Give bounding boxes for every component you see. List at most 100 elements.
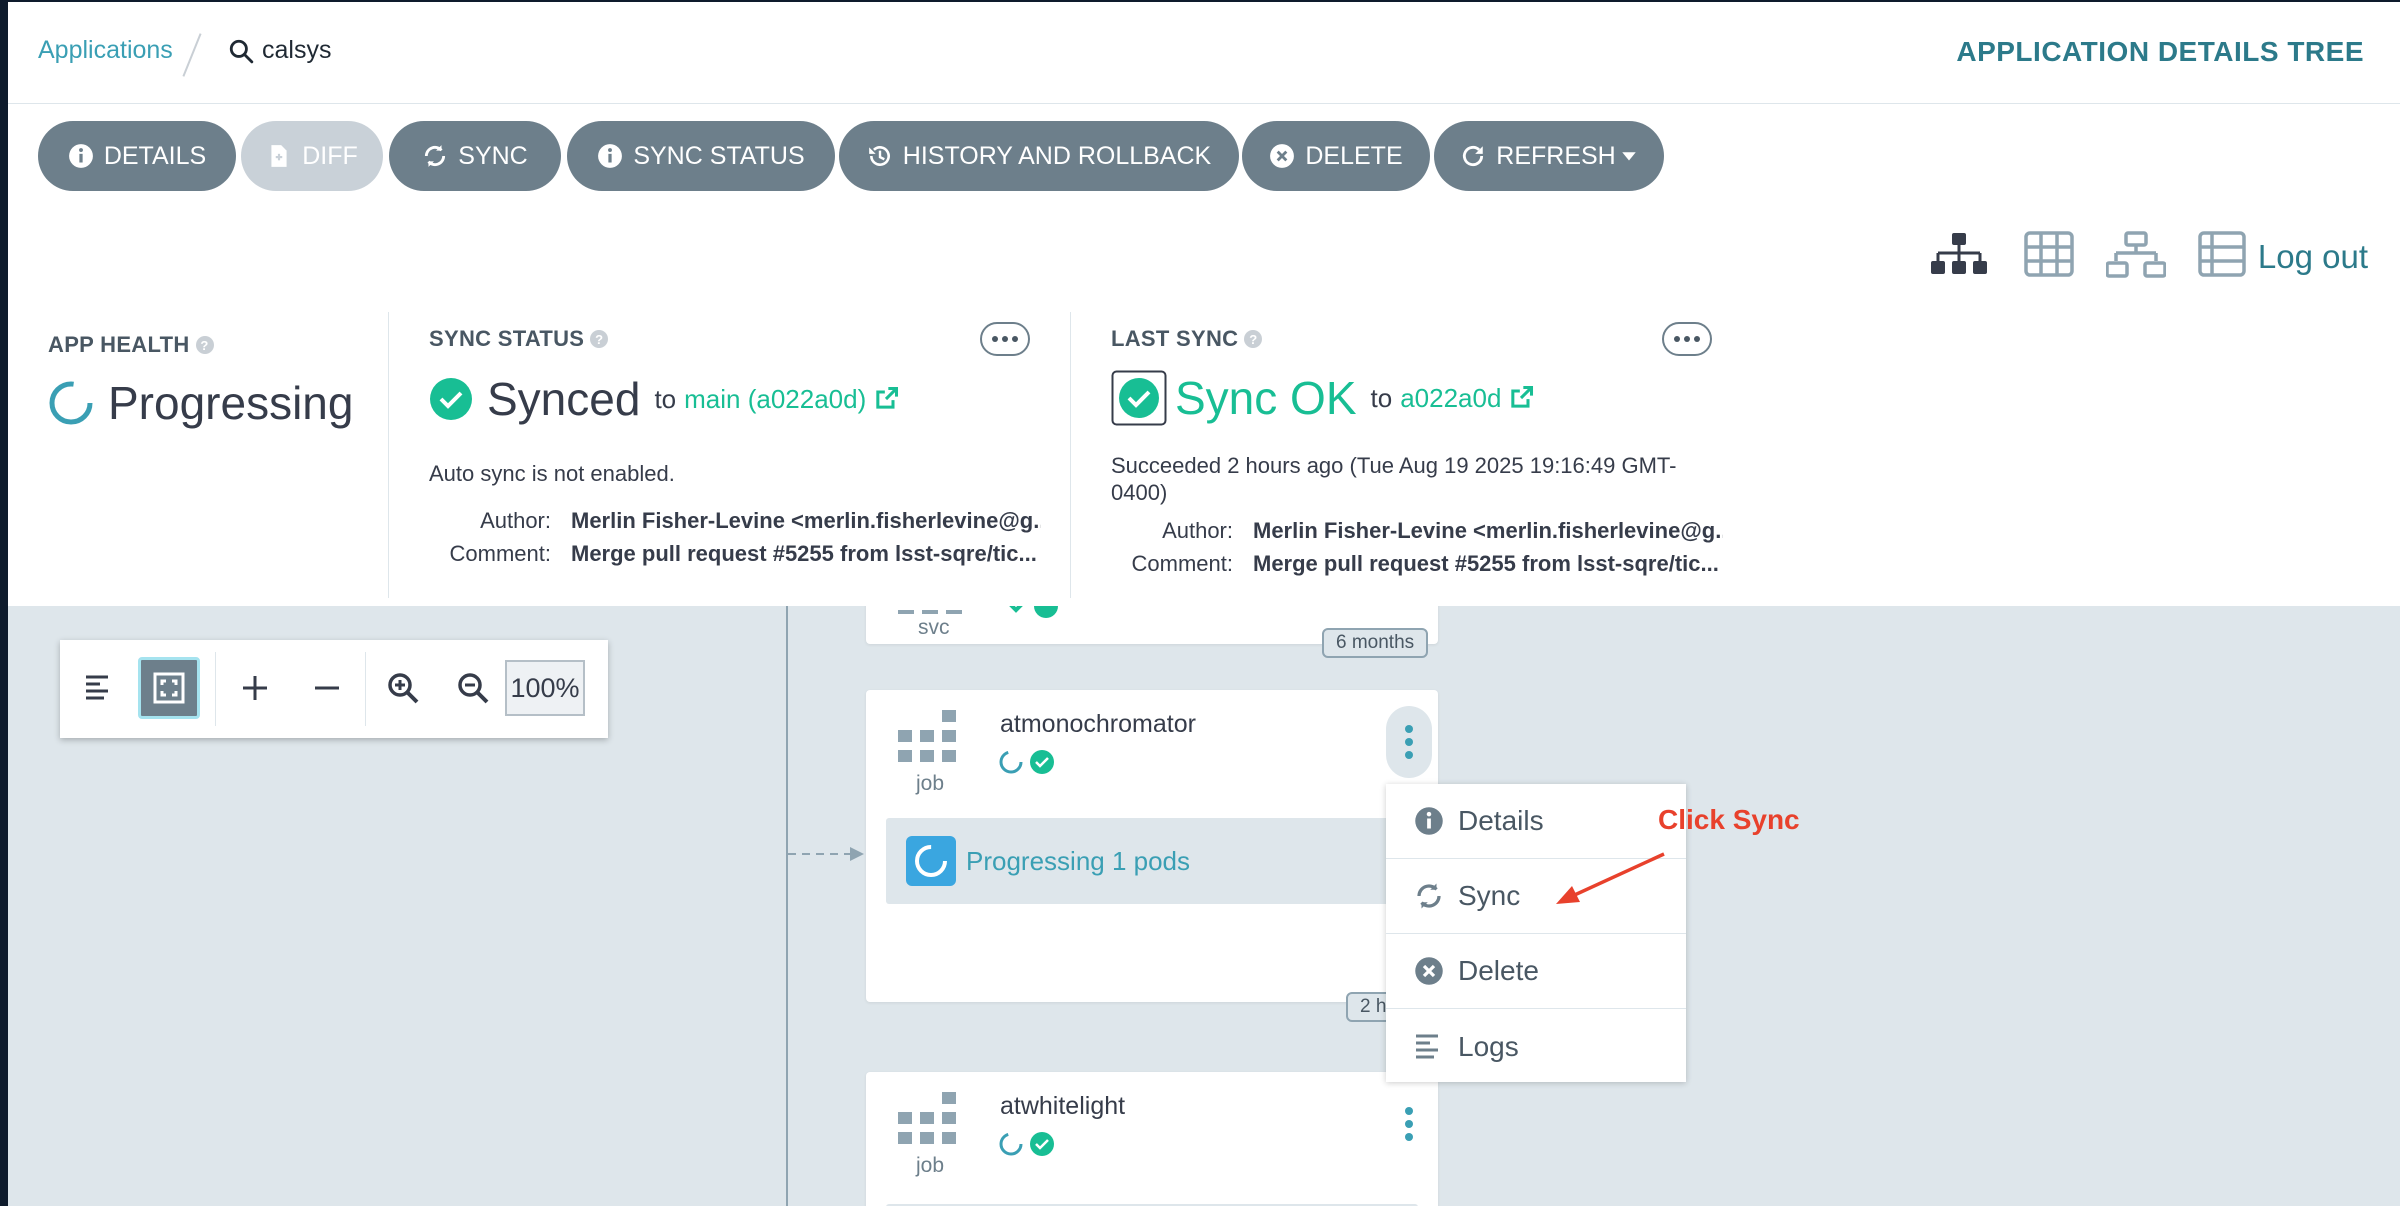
last-sync-more-button[interactable] xyxy=(1662,322,1712,356)
resource-menu-button[interactable] xyxy=(1386,1088,1432,1160)
sync-status-text: Synced xyxy=(487,373,641,425)
resource-node-atmonochromator[interactable]: job atmonochromator Progressing 1 pods xyxy=(866,690,1438,1002)
annotation-arrow xyxy=(1556,852,1665,904)
info-icon xyxy=(68,144,93,168)
app-health-status-text: Progressing xyxy=(108,377,354,429)
comment-label: Comment: xyxy=(1131,551,1233,576)
file-diff-icon xyxy=(271,145,287,167)
diff-button[interactable]: DIFF xyxy=(241,121,383,191)
comment-value: Merge pull request #5255 from lsst-sqre/… xyxy=(1253,551,1719,576)
menu-item-logs[interactable]: Logs xyxy=(1386,1009,1686,1084)
check-circle-icon xyxy=(430,378,472,420)
sync-status-more-button[interactable] xyxy=(980,322,1030,356)
menu-item-label: Delete xyxy=(1458,955,1539,986)
graph-zoom-toolbar: 100% xyxy=(60,640,608,738)
resource-menu-button[interactable] xyxy=(1386,706,1432,778)
last-sync-succeeded-text: Succeeded 2 hours ago (Tue Aug 19 2025 1… xyxy=(1111,453,1677,505)
tree-edge-arrow xyxy=(788,847,864,861)
history-icon xyxy=(868,146,890,166)
help-icon[interactable]: ? xyxy=(195,336,214,354)
job-icon xyxy=(898,1092,956,1144)
sync-status-button[interactable]: SYNC STATUS xyxy=(567,121,835,191)
resource-age-badge: 6 months xyxy=(1322,628,1429,658)
pod-status-bar[interactable]: Progressing 1 pods xyxy=(886,818,1418,904)
pod-status-label: Progressing 1 pods xyxy=(966,846,1191,876)
diff-button-label: DIFF xyxy=(302,141,358,170)
details-button[interactable]: DETAILS xyxy=(38,121,236,191)
info-icon xyxy=(1415,807,1443,835)
sync-revision-link[interactable]: main (a022a0d) xyxy=(684,384,866,415)
zoom-minus-button[interactable] xyxy=(296,657,358,719)
author-value: Merlin Fisher-Levine <merlin.fisherlevin… xyxy=(571,508,1041,533)
external-link-icon[interactable] xyxy=(1507,384,1535,412)
divider xyxy=(1070,312,1071,598)
last-sync-title-text: LAST SYNC xyxy=(1111,326,1239,351)
breadcrumb-applications-link[interactable]: Applications xyxy=(38,36,173,65)
check-circle-icon xyxy=(1111,370,1167,426)
zoom-out-icon[interactable] xyxy=(442,657,504,719)
sync-status-title-text: SYNC STATUS xyxy=(429,326,585,351)
breadcrumb-separator xyxy=(182,33,202,77)
pods-view-icon[interactable] xyxy=(2024,231,2074,282)
resource-tree-canvas[interactable]: 100% svc 6 months job atmonochromator Pr… xyxy=(8,606,2400,1206)
search-icon xyxy=(229,39,254,63)
sync-status-title: SYNC STATUS ? xyxy=(429,326,609,352)
last-sync-revision-link[interactable]: a022a0d xyxy=(1400,383,1501,414)
details-button-label: DETAILS xyxy=(103,141,207,170)
resource-context-menu: Details Sync Delete Logs xyxy=(1386,784,1686,1082)
sync-button-label: SYNC xyxy=(458,141,528,170)
refresh-button[interactable]: REFRESH xyxy=(1434,121,1664,191)
menu-item-label: Details xyxy=(1458,805,1544,836)
list-view-icon[interactable] xyxy=(2198,231,2246,282)
breadcrumb-app[interactable]: calsys xyxy=(228,36,331,65)
sync-button[interactable]: SYNC xyxy=(389,121,561,191)
sync-icon xyxy=(1417,883,1441,909)
logout-link[interactable]: Log out xyxy=(2258,238,2368,276)
left-nav-strip xyxy=(0,0,8,1206)
top-bar: Applications calsys APPLICATION DETAILS … xyxy=(8,2,2400,104)
refresh-icon xyxy=(1463,145,1484,167)
zoom-in-icon[interactable] xyxy=(372,657,434,719)
history-rollback-button-label: HISTORY AND ROLLBACK xyxy=(902,141,1212,170)
help-icon[interactable]: ? xyxy=(590,330,609,348)
app-health-title: APP HEALTH ? xyxy=(48,332,214,358)
network-view-icon[interactable] xyxy=(2105,231,2167,284)
author-value: Merlin Fisher-Levine <merlin.fisherlevin… xyxy=(1253,518,1723,543)
resource-kind: job xyxy=(916,772,945,795)
zoom-plus-button[interactable] xyxy=(224,657,286,719)
help-icon[interactable]: ? xyxy=(1244,330,1263,348)
divider xyxy=(365,652,366,726)
resource-name: atwhitelight xyxy=(1000,1092,1126,1120)
align-left-button[interactable] xyxy=(68,657,130,719)
last-sync-title: LAST SYNC ? xyxy=(1111,326,1263,352)
tree-edge-line xyxy=(786,606,788,1206)
breadcrumb-app-name: calsys xyxy=(262,36,332,64)
history-rollback-button[interactable]: HISTORY AND ROLLBACK xyxy=(839,121,1239,191)
fit-to-screen-button[interactable] xyxy=(138,657,200,719)
last-sync-to: to xyxy=(1370,382,1393,413)
refresh-button-label: REFRESH xyxy=(1496,141,1616,170)
app-toolbar: DETAILS DIFF SYNC SYNC STATUS HISTORY AN… xyxy=(8,104,2400,304)
divider xyxy=(215,652,216,726)
annotation-label: Click Sync xyxy=(1658,804,1800,835)
info-icon xyxy=(598,144,623,168)
sync-status-to: to xyxy=(654,383,677,414)
app-health-title-text: APP HEALTH xyxy=(48,332,190,357)
zoom-level-input[interactable]: 100% xyxy=(505,660,585,716)
divider xyxy=(388,312,389,598)
status-icons xyxy=(999,1132,1054,1156)
comment-label: Comment: xyxy=(449,541,551,566)
delete-button[interactable]: DELETE xyxy=(1242,121,1430,191)
last-sync-value: Sync OK to a022a0d xyxy=(1111,370,1535,426)
tree-view-icon[interactable] xyxy=(1930,231,1988,282)
sync-status-button-label: SYNC STATUS xyxy=(633,141,805,170)
menu-item-label: Logs xyxy=(1458,1030,1519,1062)
times-circle-icon xyxy=(1270,144,1295,168)
sync-status-value: Synced to main (a022a0d) xyxy=(429,372,900,426)
last-sync-status-text: Sync OK xyxy=(1175,372,1357,424)
logs-icon xyxy=(1416,1034,1438,1058)
job-icon xyxy=(898,710,956,762)
resource-node-atwhitelight[interactable]: job atwhitelight xyxy=(866,1072,1438,1206)
menu-item-delete[interactable]: Delete xyxy=(1386,934,1686,1009)
external-link-icon[interactable] xyxy=(872,385,900,413)
